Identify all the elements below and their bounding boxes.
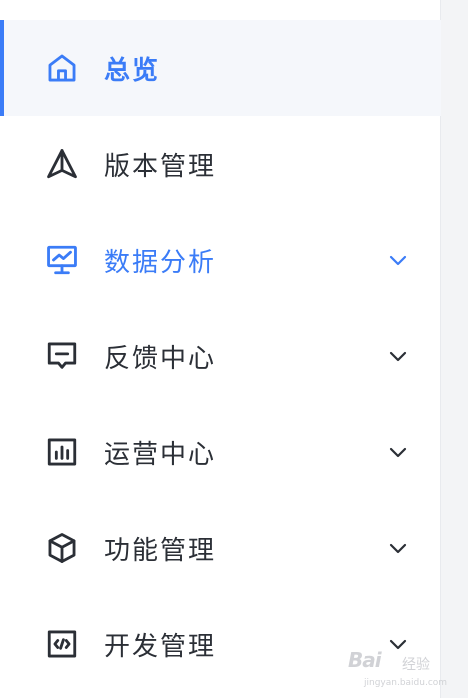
content-area-edge	[442, 0, 468, 698]
cube-icon	[44, 530, 80, 566]
bar-chart-icon	[44, 434, 80, 470]
menu-item-overview[interactable]: 总览	[0, 20, 441, 116]
message-square-icon	[44, 338, 80, 374]
code-window-icon	[44, 626, 80, 662]
watermark: Bai 经验 jingyan.baidu.com	[346, 644, 448, 694]
menu-item-label: 功能管理	[104, 535, 217, 566]
menu-item-label: 开发管理	[104, 631, 217, 662]
watermark-url: jingyan.baidu.com	[364, 678, 448, 688]
paper-plane-icon	[44, 146, 80, 182]
watermark-sub: 经验	[402, 657, 430, 673]
menu-item-version-management[interactable]: 版本管理	[0, 116, 441, 212]
active-indicator	[0, 20, 4, 116]
menu-item-label: 反馈中心	[104, 343, 217, 374]
menu-item-label: 版本管理	[104, 151, 217, 182]
chevron-down-icon[interactable]	[384, 246, 412, 274]
menu-item-feedback-center[interactable]: 反馈中心	[0, 308, 441, 404]
menu-item-feature-management[interactable]: 功能管理	[0, 500, 441, 596]
chevron-down-icon[interactable]	[384, 534, 412, 562]
watermark-brand: Bai	[348, 648, 382, 672]
menu-item-label: 数据分析	[104, 247, 217, 278]
sidebar: 总览 版本管理 数据分析 反馈中心 运营中心 功能管理 开发管理	[0, 0, 441, 698]
monitor-chart-icon	[44, 242, 80, 278]
menu-item-operations-center[interactable]: 运营中心	[0, 404, 441, 500]
chevron-down-icon[interactable]	[384, 342, 412, 370]
chevron-down-icon[interactable]	[384, 438, 412, 466]
menu-item-label: 总览	[104, 55, 161, 86]
menu-item-label: 运营中心	[104, 439, 217, 470]
home-icon	[44, 50, 80, 86]
menu-item-data-analysis[interactable]: 数据分析	[0, 212, 441, 308]
